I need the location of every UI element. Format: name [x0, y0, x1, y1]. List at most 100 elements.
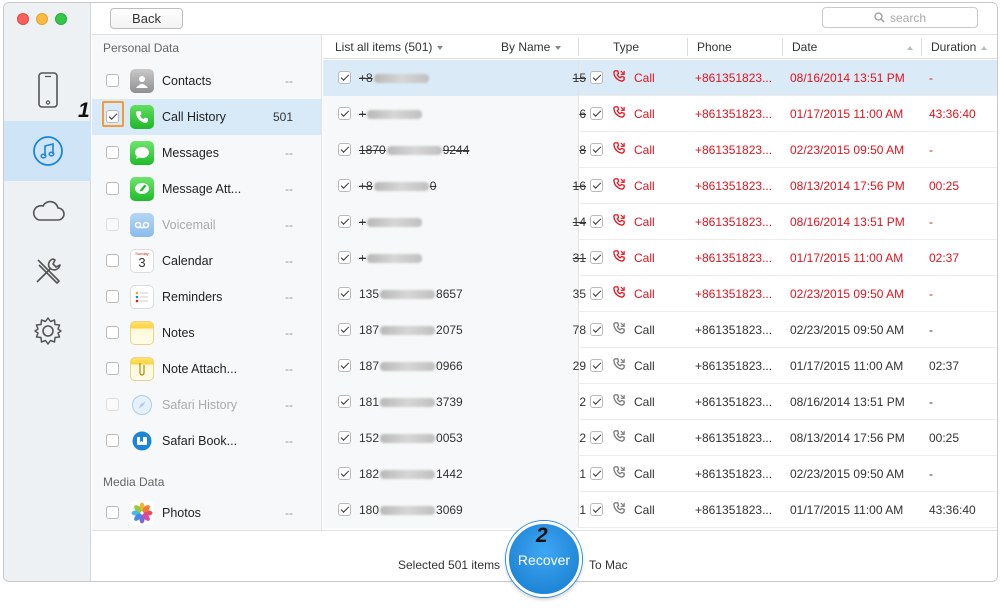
column-header-date[interactable]: Date: [792, 40, 914, 54]
search-input[interactable]: search: [822, 7, 978, 28]
call-icon: [613, 322, 625, 337]
row-checkbox[interactable]: [590, 179, 603, 192]
row-checkbox[interactable]: [338, 107, 351, 120]
row-checkbox[interactable]: [338, 251, 351, 264]
reminders-checkbox[interactable]: [106, 290, 119, 303]
row-checkbox[interactable]: [338, 323, 351, 336]
redacted-digits: [386, 146, 442, 156]
notes-checkbox[interactable]: [106, 326, 119, 339]
sidebar-item-reminders[interactable]: Reminders --: [92, 279, 321, 315]
row-checkbox[interactable]: [590, 251, 603, 264]
table-header: List all items (501) By Name Type Phone …: [323, 35, 997, 59]
row-checkbox[interactable]: [338, 467, 351, 480]
call-duration: -: [929, 71, 933, 85]
row-checkbox[interactable]: [590, 107, 603, 120]
redacted-digits: [380, 362, 436, 372]
row-checkbox[interactable]: [338, 179, 351, 192]
row-checkbox[interactable]: [590, 395, 603, 408]
table-row[interactable]: 181 3739 2 Call +861351823... 08/16/2014 13:5…: [323, 384, 997, 420]
table-row[interactable]: +8 15 Call +861351823... 08/16/2014 13:51 PM…: [323, 60, 997, 96]
messages-checkbox[interactable]: [106, 146, 119, 159]
sidebar-item-messages[interactable]: Messages --: [92, 135, 321, 171]
table-row[interactable]: 152 0053 2 Call +861351823... 08/13/2014 17:5…: [323, 420, 997, 456]
row-checkbox[interactable]: [590, 431, 603, 444]
call-count: 2: [579, 431, 586, 445]
contacts-checkbox[interactable]: [106, 74, 119, 87]
sort-up-icon: [907, 45, 914, 50]
table-row[interactable]: 1870 9244 8 Call +861351823... 02/23/2015 09:…: [323, 132, 997, 168]
row-checkbox[interactable]: [590, 359, 603, 372]
sidebar-item-safari-history[interactable]: Safari History --: [92, 387, 321, 423]
phone-icon: [130, 105, 154, 129]
note-attachments-checkbox[interactable]: [106, 362, 119, 375]
number-prefix: 135: [359, 287, 380, 301]
table-row[interactable]: +14 Call +861351823... 08/16/2014 13:51 PM -: [323, 204, 997, 240]
call-duration: -: [929, 467, 933, 481]
table-row[interactable]: 187 2075 78 Call +861351823... 02/23/2015 09:…: [323, 312, 997, 348]
sidebar-item-photos[interactable]: Photos --: [92, 495, 321, 531]
column-header-duration[interactable]: Duration: [931, 40, 988, 54]
row-checkbox[interactable]: [590, 71, 603, 84]
itunes-backup-mode-button[interactable]: [4, 121, 91, 181]
row-checkbox[interactable]: [338, 215, 351, 228]
sidebar-item-notes[interactable]: Notes --: [92, 315, 321, 351]
row-checkbox[interactable]: [338, 431, 351, 444]
column-header-type[interactable]: Type: [613, 40, 639, 54]
safari-bookmarks-checkbox[interactable]: [106, 434, 119, 447]
step1-highlight: [102, 101, 124, 127]
mode-dock: [4, 3, 91, 581]
table-row[interactable]: 180 3069 1 Call +861351823... 01/17/2015 11:0…: [323, 492, 997, 528]
tools-mode-button[interactable]: [4, 241, 91, 301]
sort-by-name-dropdown[interactable]: By Name: [501, 40, 562, 54]
sidebar-item-message-attachments[interactable]: Message Att... --: [92, 171, 321, 207]
icloud-mode-button[interactable]: [4, 181, 91, 241]
sidebar-item-safari-bookmarks[interactable]: Safari Book... --: [92, 423, 321, 459]
safari-bookmark-icon: [130, 429, 154, 453]
row-checkbox[interactable]: [338, 503, 351, 516]
list-all-items-dropdown[interactable]: List all items (501): [335, 40, 444, 54]
table-row[interactable]: +31 Call +861351823... 01/17/2015 11:00 AM 0…: [323, 240, 997, 276]
row-checkbox[interactable]: [338, 287, 351, 300]
sidebar-item-call-history[interactable]: Call History 501: [92, 99, 321, 135]
tools-icon: [35, 258, 61, 284]
table-row[interactable]: 182 1442 1 Call +861351823... 02/23/2015 09:5…: [323, 456, 997, 492]
row-checkbox[interactable]: [590, 287, 603, 300]
sidebar-item-label: Photos: [162, 506, 201, 520]
maximize-window-button[interactable]: [55, 13, 67, 25]
call-date: 01/17/2015 11:00 AM: [790, 251, 904, 265]
row-checkbox[interactable]: [590, 143, 603, 156]
sidebar-item-note-attachments[interactable]: Note Attach... --: [92, 351, 321, 387]
row-checkbox[interactable]: [590, 215, 603, 228]
row-checkbox[interactable]: [590, 467, 603, 480]
phone-number: +861351823...: [695, 323, 773, 337]
photos-checkbox[interactable]: [106, 506, 119, 519]
row-checkbox[interactable]: [338, 71, 351, 84]
column-header-phone[interactable]: Phone: [697, 40, 732, 54]
table-row[interactable]: 135 8657 35 Call +861351823... 02/23/2015 09:…: [323, 276, 997, 312]
number-suffix: 3739: [436, 395, 463, 409]
missed-call-icon: [613, 286, 625, 301]
sidebar-item-calendar[interactable]: Sunday 3 Calendar --: [92, 243, 321, 279]
chevron-down-icon: [437, 45, 444, 50]
row-checkbox[interactable]: [338, 359, 351, 372]
sidebar-item-voicemail[interactable]: Voicemail --: [92, 207, 321, 243]
voicemail-icon: [130, 213, 154, 237]
settings-mode-button[interactable]: [4, 301, 91, 361]
row-checkbox[interactable]: [338, 143, 351, 156]
table-row[interactable]: +8 0 16 Call +861351823... 08/13/2014 17:56 P…: [323, 168, 997, 204]
table-row[interactable]: +6 Call +861351823... 01/17/2015 11:00 AM 43…: [323, 96, 997, 132]
sidebar-item-contacts[interactable]: Contacts --: [92, 63, 321, 99]
message-attachments-checkbox[interactable]: [106, 182, 119, 195]
category-sidebar: Personal Data Contacts -- Call History 5…: [92, 35, 322, 530]
call-duration: 43:36:40: [929, 107, 976, 121]
table-row[interactable]: 187 0966 29 Call +861351823... 01/17/2015 11:…: [323, 348, 997, 384]
row-checkbox[interactable]: [590, 323, 603, 336]
row-checkbox[interactable]: [338, 395, 351, 408]
row-checkbox[interactable]: [590, 503, 603, 516]
number-prefix: 187: [359, 323, 380, 337]
back-button[interactable]: Back: [110, 8, 183, 29]
contact-number: 182 1442: [359, 467, 463, 481]
minimize-window-button[interactable]: [36, 13, 48, 25]
calendar-checkbox[interactable]: [106, 254, 119, 267]
close-window-button[interactable]: [17, 13, 29, 25]
